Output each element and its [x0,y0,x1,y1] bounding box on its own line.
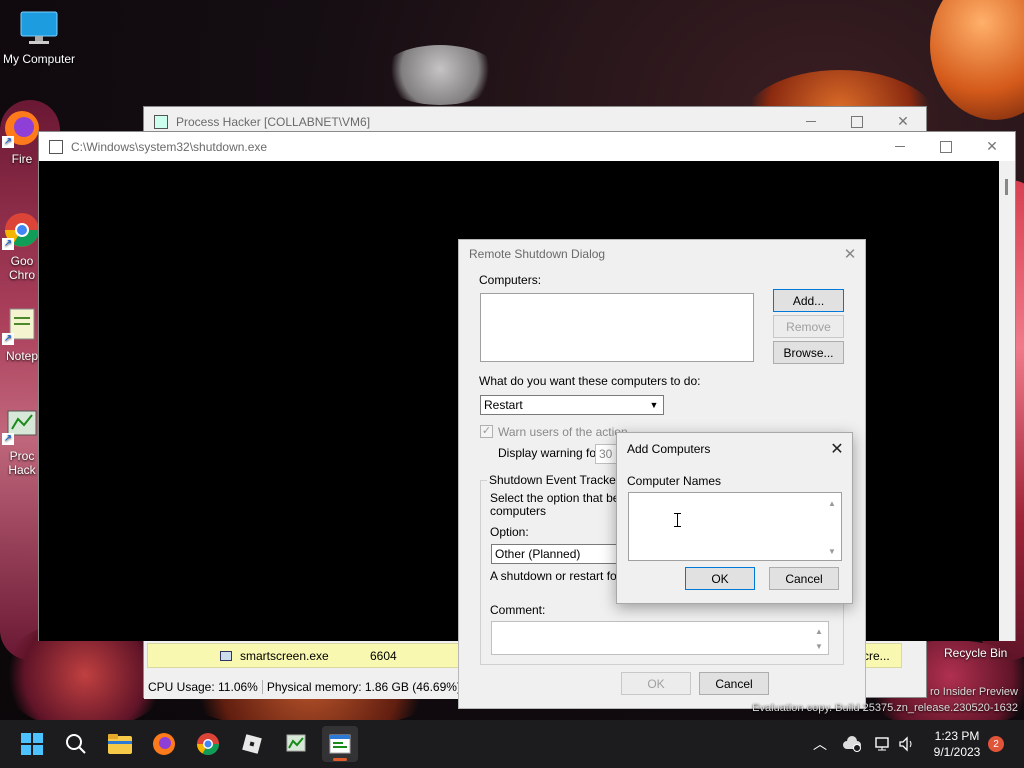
process-name: smartscreen.exe [240,648,329,663]
option-select[interactable]: Other (Planned) [491,544,621,564]
action-label: What do you want these computers to do: [479,374,701,388]
file-explorer-button[interactable] [102,726,138,762]
chevron-up-icon: ︿ [813,736,827,752]
roblox-button[interactable] [234,726,270,762]
close-button[interactable]: ✕ [822,433,852,464]
console-titlebar[interactable]: C:\Windows\system32\shutdown.exe ✕ [39,132,1015,161]
search-icon [66,734,86,754]
action-select[interactable]: Restart ▼ [480,395,664,415]
cancel-button[interactable]: Cancel [769,567,839,590]
computer-names-input[interactable]: ▲ ▼ [628,492,842,561]
close-button[interactable]: ✕ [969,132,1015,161]
start-icon [21,733,43,755]
dialog-titlebar[interactable]: Add Computers ✕ [617,433,852,464]
ok-button[interactable]: OK [685,567,755,590]
desktop-icon-label: Fire [11,152,33,166]
dialog-title: Add Computers [627,441,711,456]
shutdown-console-button[interactable] [322,726,358,762]
scroll-down-icon[interactable]: ▼ [812,639,826,653]
cpu-usage: CPU Usage: 11.06% [144,680,263,694]
comment-textarea[interactable]: ▲ ▼ [491,621,829,655]
computers-label: Computers: [479,273,542,287]
recycle-bin-label[interactable]: Recycle Bin [944,646,1007,660]
volume-tray-button[interactable] [896,720,918,768]
firefox-icon [153,733,175,755]
desktop-icon-label: Notep [5,349,39,363]
start-button[interactable] [14,726,50,762]
window-title: Process Hacker [COLLABNET\VM6] [176,114,371,129]
cancel-button[interactable]: Cancel [699,672,769,695]
clock-date: 9/1/2023 [933,745,981,759]
dialog-title: Remote Shutdown Dialog [469,247,606,261]
chrome-icon [197,733,219,755]
add-button[interactable]: Add... [773,289,844,312]
process-pid: 6604 [370,648,397,663]
status-bar: CPU Usage: 11.06% Physical memory: 1.86 … [144,675,478,699]
warn-users-checkbox[interactable]: ✓ [480,425,493,438]
file-explorer-icon [108,734,132,754]
scroll-down-icon[interactable]: ▼ [825,544,839,558]
shortcut-arrow-icon: ↗ [2,136,14,148]
text-cursor-icon [674,513,684,527]
notification-badge[interactable]: 2 [988,736,1004,752]
computers-list[interactable] [480,293,754,362]
browse-button[interactable]: Browse... [773,341,844,364]
system-clock[interactable]: 1:23 PM 9/1/2023 [922,728,992,760]
close-button[interactable]: ✕ [835,240,865,268]
option-label: Option: [490,525,529,539]
display-warning-label: Display warning for [498,446,601,460]
minimize-button[interactable] [877,132,923,161]
process-hacker-icon [286,734,306,752]
console-scrollbar[interactable] [999,161,1015,641]
clock-time: 1:23 PM [934,729,980,743]
search-button[interactable] [58,726,94,762]
volume-icon [899,736,912,752]
network-tray-button[interactable] [872,720,894,768]
onedrive-tray-button[interactable] [840,720,864,768]
maximize-button[interactable] [923,132,969,161]
dialog-titlebar[interactable]: Remote Shutdown Dialog ✕ [459,240,865,268]
desktop-icon-my-computer[interactable]: My Computer [0,8,78,66]
roblox-icon [242,734,262,754]
process-hacker-button[interactable] [278,726,314,762]
action-value: Restart [484,398,523,412]
desktop-icon-label: My Computer [2,52,76,66]
option-description: A shutdown or restart for ar [490,569,635,583]
computer-names-label: Computer Names [627,474,722,488]
remove-button[interactable]: Remove [773,315,844,338]
monitor-icon [19,8,59,48]
tracker-description-2: computers [490,504,547,518]
firefox-icon: ↗ [2,108,42,148]
process-icon [220,650,232,661]
physical-memory: Physical memory: 1.86 GB (46.69%) [263,680,466,694]
shutdown-console-icon [329,734,351,754]
comment-label: Comment: [490,603,546,617]
firefox-button[interactable] [146,726,182,762]
watermark-line-1: ro Insider Preview [929,686,1018,698]
taskbar: ︿ 1:23 PM 9/1/2023 [0,720,1024,768]
scroll-up-icon[interactable]: ▲ [812,624,826,638]
console-icon [49,139,63,154]
shortcut-arrow-icon: ↗ [2,333,14,345]
chevron-down-icon: ▼ [649,400,659,410]
watermark-line-2: Evaluation copy. Build 25375.zn_release.… [752,702,1018,714]
window-title: C:\Windows\system32\shutdown.exe [71,139,268,154]
process-hacker-icon: ↗ [2,405,42,445]
add-computers-dialog[interactable]: Add Computers ✕ Computer Names ▲ ▼ OK Ca… [616,432,853,604]
option-value: Other (Planned) [495,547,581,561]
scroll-up-icon[interactable]: ▲ [825,496,839,510]
warn-users-label: Warn users of the action [498,425,628,439]
notepad-icon: ↗ [2,305,42,345]
shortcut-arrow-icon: ↗ [2,433,14,445]
group-title: Shutdown Event Tracker [487,473,622,487]
show-hidden-icons-button[interactable]: ︿ [808,720,832,768]
chrome-button[interactable] [190,726,226,762]
cloud-sync-icon [843,736,861,752]
process-hacker-icon [154,114,168,129]
tracker-description: Select the option that best [490,491,629,505]
ok-button[interactable]: OK [621,672,691,695]
network-icon [875,737,889,751]
shortcut-arrow-icon: ↗ [2,238,14,250]
chrome-icon: ↗ [2,210,42,250]
